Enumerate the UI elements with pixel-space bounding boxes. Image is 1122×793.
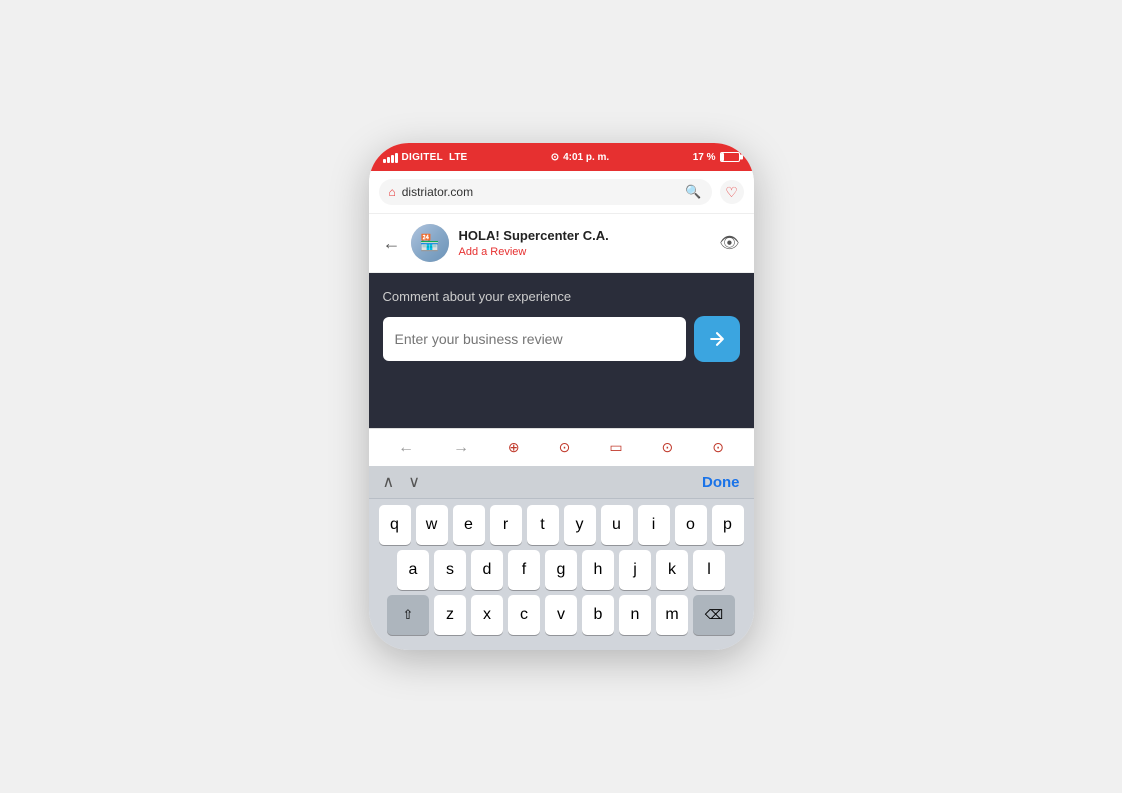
keyboard-toolbar: ∧ ∨ Done: [369, 466, 754, 499]
nav-more-icon[interactable]: ⊙: [712, 439, 724, 456]
phone-frame: DIGITEL LTE ⊙ 4:01 p. m. 17 % ⌂ distriat…: [369, 143, 754, 650]
key-w[interactable]: w: [416, 505, 448, 545]
next-field-button[interactable]: ∨: [408, 472, 420, 492]
submit-button[interactable]: [694, 316, 740, 362]
business-avatar: [411, 224, 449, 262]
keyboard: q w e r t y u i o p a s d f g h j k l ⇧ …: [369, 499, 754, 644]
prev-field-button[interactable]: ∧: [383, 472, 395, 492]
url-bar[interactable]: ⌂ distriator.com 🔍: [379, 179, 712, 205]
key-u[interactable]: u: [601, 505, 633, 545]
backspace-key[interactable]: ⌫: [693, 595, 735, 635]
key-k[interactable]: k: [656, 550, 688, 590]
key-e[interactable]: e: [453, 505, 485, 545]
key-p[interactable]: p: [712, 505, 744, 545]
status-battery: 17 %: [693, 152, 740, 163]
key-d[interactable]: d: [471, 550, 503, 590]
key-i[interactable]: i: [638, 505, 670, 545]
nav-menu-icon[interactable]: ⊙: [662, 439, 674, 456]
key-g[interactable]: g: [545, 550, 577, 590]
search-icon[interactable]: 🔍: [685, 184, 701, 200]
review-input[interactable]: [383, 317, 686, 361]
nav-tabs-icon[interactable]: ▭: [609, 439, 622, 456]
key-s[interactable]: s: [434, 550, 466, 590]
eye-icon[interactable]: 👁: [719, 233, 739, 253]
key-q[interactable]: q: [379, 505, 411, 545]
dark-area: [369, 378, 754, 428]
keyboard-row-3: ⇧ z x c v b n m ⌫: [372, 595, 751, 635]
key-h[interactable]: h: [582, 550, 614, 590]
status-bar: DIGITEL LTE ⊙ 4:01 p. m. 17 %: [369, 143, 754, 171]
key-x[interactable]: x: [471, 595, 503, 635]
business-info: HOLA! Supercenter C.A. Add a Review: [459, 228, 710, 258]
toolbar-nav: ∧ ∨: [383, 472, 420, 492]
key-v[interactable]: v: [545, 595, 577, 635]
review-label: Comment about your experience: [383, 289, 740, 304]
nav-forward-icon[interactable]: →: [453, 439, 469, 457]
key-f[interactable]: f: [508, 550, 540, 590]
signal-bars: [383, 151, 398, 163]
key-o[interactable]: o: [675, 505, 707, 545]
key-l[interactable]: l: [693, 550, 725, 590]
key-m[interactable]: m: [656, 595, 688, 635]
review-section: Comment about your experience: [369, 273, 754, 378]
key-a[interactable]: a: [397, 550, 429, 590]
nav-share-icon[interactable]: ⊕: [508, 439, 520, 456]
key-c[interactable]: c: [508, 595, 540, 635]
keyboard-bottom: [369, 644, 754, 650]
url-text: distriator.com: [402, 185, 680, 199]
carrier-name: DIGITEL: [402, 152, 444, 163]
review-input-row: [383, 316, 740, 362]
key-y[interactable]: y: [564, 505, 596, 545]
keyboard-row-1: q w e r t y u i o p: [372, 505, 751, 545]
nav-bookmark-icon[interactable]: ⊙: [559, 439, 571, 456]
key-r[interactable]: r: [490, 505, 522, 545]
key-n[interactable]: n: [619, 595, 651, 635]
arrow-right-icon: [707, 329, 727, 349]
battery-icon: [720, 152, 740, 162]
url-home-icon: ⌂: [389, 185, 396, 199]
add-review-label: Add a Review: [459, 246, 710, 258]
bookmark-icon[interactable]: ♡: [720, 180, 744, 204]
back-button[interactable]: ←: [383, 233, 401, 254]
key-t[interactable]: t: [527, 505, 559, 545]
keyboard-row-2: a s d f g h j k l: [372, 550, 751, 590]
key-b[interactable]: b: [582, 595, 614, 635]
page-header: ← HOLA! Supercenter C.A. Add a Review 👁: [369, 214, 754, 273]
shift-key[interactable]: ⇧: [387, 595, 429, 635]
key-j[interactable]: j: [619, 550, 651, 590]
browser-bar: ⌂ distriator.com 🔍 ♡: [369, 171, 754, 214]
done-button[interactable]: Done: [702, 474, 740, 491]
status-time: ⊙ 4:01 p. m.: [551, 152, 610, 163]
nav-back-icon[interactable]: ←: [398, 439, 414, 457]
network-type: LTE: [449, 152, 467, 163]
key-z[interactable]: z: [434, 595, 466, 635]
business-name: HOLA! Supercenter C.A.: [459, 228, 710, 245]
status-left: DIGITEL LTE: [383, 151, 468, 163]
browser-nav: ← → ⊕ ⊙ ▭ ⊙ ⊙: [369, 428, 754, 466]
